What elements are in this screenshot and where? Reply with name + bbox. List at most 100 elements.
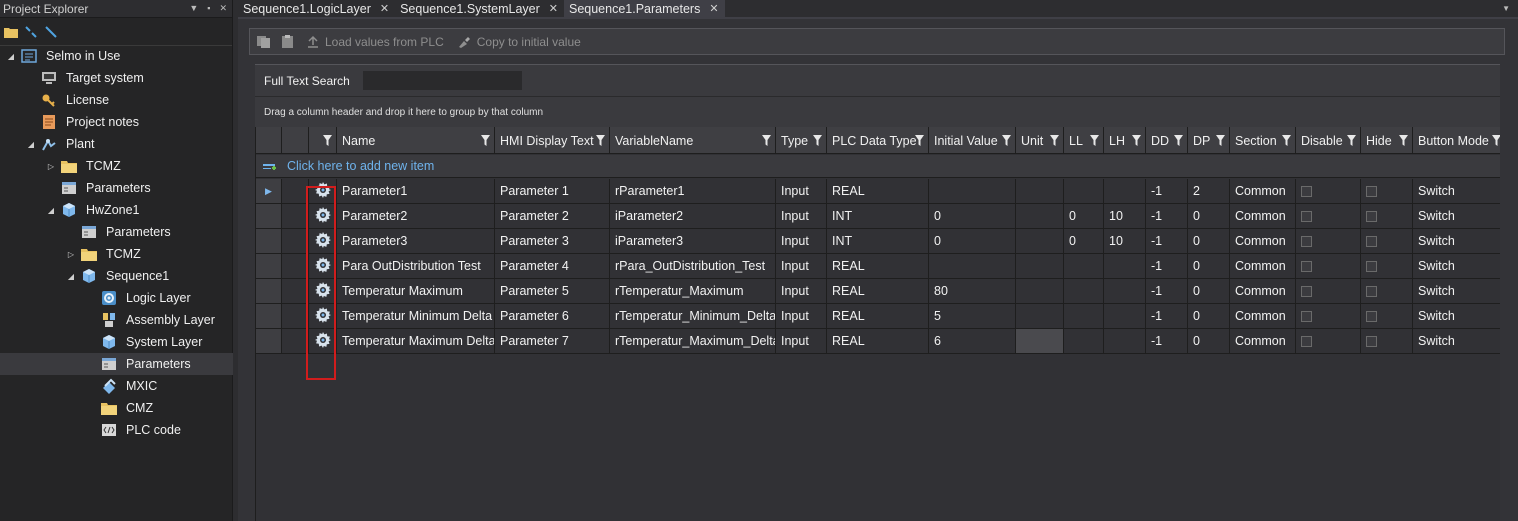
tree-node[interactable]: Assembly Layer [0,309,215,331]
collapse-arrow-icon[interactable]: ◢ [45,206,57,215]
section-cell[interactable]: Common [1230,304,1296,328]
filter-icon[interactable] [323,135,332,149]
col-header-hide[interactable]: Hide [1361,127,1413,154]
hmi-display-text-cell[interactable]: Parameter 5 [495,279,610,303]
type-cell[interactable]: Input [776,229,827,253]
filter-icon[interactable] [762,135,771,149]
button-mode-cell[interactable]: Switch [1413,304,1500,328]
hmi-display-text-cell[interactable]: Parameter 4 [495,254,610,278]
ll-cell[interactable] [1064,179,1104,203]
disable-checkbox-cell[interactable] [1296,279,1361,303]
tree-node[interactable]: ◢ Plant [0,133,95,155]
copy-icon[interactable] [254,35,274,49]
expand-arrow-icon[interactable]: ▷ [65,250,77,259]
dd-cell[interactable]: -1 [1146,179,1188,203]
hide-checkbox-cell[interactable] [1361,254,1413,278]
open-folder-icon[interactable] [4,25,18,39]
tree-node[interactable]: CMZ [0,397,153,419]
lh-cell[interactable]: 10 [1104,204,1146,228]
hmi-display-text-cell[interactable]: Parameter 1 [495,179,610,203]
type-cell[interactable]: Input [776,254,827,278]
row-indicator[interactable] [256,279,282,303]
filter-icon[interactable] [596,135,605,149]
variable-name-cell[interactable]: iParameter2 [610,204,776,228]
unit-cell[interactable] [1016,279,1064,303]
disable-checkbox[interactable] [1301,285,1312,297]
section-cell[interactable]: Common [1230,179,1296,203]
name-cell[interactable]: Parameter2 [337,204,495,228]
col-header-disable[interactable]: Disable [1296,127,1361,154]
close-tab-icon[interactable]: ✕ [549,2,558,15]
dp-cell[interactable]: 0 [1188,254,1230,278]
unit-cell[interactable] [1016,329,1064,353]
blank-cell[interactable] [282,229,309,253]
pin-icon[interactable]: ▪ [207,3,210,14]
ll-cell[interactable] [1064,304,1104,328]
disable-checkbox[interactable] [1301,210,1312,222]
close-panel-icon[interactable]: ✕ [219,3,227,14]
col-header-lh[interactable]: LH [1104,127,1146,154]
initial-value-cell[interactable]: 0 [929,229,1016,253]
plc-data-type-cell[interactable]: REAL [827,329,929,353]
disable-checkbox[interactable] [1301,335,1312,347]
col-header-type[interactable]: Type [776,127,827,154]
close-tab-icon[interactable]: ✕ [709,2,718,15]
plc-data-type-cell[interactable]: REAL [827,304,929,328]
hide-checkbox[interactable] [1366,335,1377,347]
hide-checkbox-cell[interactable] [1361,329,1413,353]
dp-cell[interactable]: 0 [1188,304,1230,328]
filter-icon[interactable] [1282,135,1291,149]
disable-checkbox[interactable] [1301,185,1312,197]
variable-name-cell[interactable]: rParameter1 [610,179,776,203]
tree-node[interactable]: Parameters [0,353,233,375]
disable-checkbox[interactable] [1301,235,1312,247]
lh-cell[interactable] [1104,254,1146,278]
dd-cell[interactable]: -1 [1146,204,1188,228]
dd-cell[interactable]: -1 [1146,304,1188,328]
dp-cell[interactable]: 0 [1188,204,1230,228]
blank-cell[interactable] [282,329,309,353]
plc-data-type-cell[interactable]: INT [827,204,929,228]
button-mode-cell[interactable]: Switch [1413,229,1500,253]
initial-value-cell[interactable]: 0 [929,204,1016,228]
button-mode-cell[interactable]: Switch [1413,254,1500,278]
filter-icon[interactable] [1174,135,1183,149]
hide-checkbox[interactable] [1366,185,1377,197]
hmi-display-text-cell[interactable]: Parameter 7 [495,329,610,353]
lh-cell[interactable] [1104,279,1146,303]
lh-cell[interactable] [1104,329,1146,353]
dp-cell[interactable]: 0 [1188,329,1230,353]
expand-all-icon[interactable] [44,25,58,39]
hide-checkbox-cell[interactable] [1361,179,1413,203]
col-header-dd[interactable]: DD [1146,127,1188,154]
disable-checkbox-cell[interactable] [1296,254,1361,278]
collapse-arrow-icon[interactable]: ◢ [25,140,37,149]
row-indicator[interactable] [256,204,282,228]
ll-cell[interactable] [1064,329,1104,353]
disable-checkbox[interactable] [1301,260,1312,272]
button-mode-cell[interactable]: Switch [1413,204,1500,228]
blank-cell[interactable] [282,204,309,228]
name-cell[interactable]: Temperatur Maximum [337,279,495,303]
tab-parameters[interactable]: Sequence1.Parameters ✕ [563,0,725,17]
disable-checkbox-cell[interactable] [1296,204,1361,228]
plc-data-type-cell[interactable]: REAL [827,279,929,303]
variable-name-cell[interactable]: rTemperatur_Maximum_Delta [610,329,776,353]
disable-checkbox-cell[interactable] [1296,329,1361,353]
filter-icon[interactable] [915,135,924,149]
filter-icon[interactable] [1347,135,1356,149]
tree-node[interactable]: Target system [0,67,144,89]
row-indicator[interactable] [256,329,282,353]
tree-node[interactable]: ◢ Selmo in Use [0,45,120,67]
initial-value-cell[interactable]: 6 [929,329,1016,353]
tree-node[interactable]: MXIC [0,375,157,397]
hide-checkbox[interactable] [1366,285,1377,297]
ll-cell[interactable]: 0 [1064,229,1104,253]
tree-node[interactable]: PLC code [0,419,181,441]
disable-checkbox-cell[interactable] [1296,179,1361,203]
dd-cell[interactable]: -1 [1146,229,1188,253]
tree-node[interactable]: Project notes [0,111,139,133]
initial-value-cell[interactable]: 80 [929,279,1016,303]
hide-checkbox[interactable] [1366,310,1377,322]
name-cell[interactable]: Temperatur Minimum Delta [337,304,495,328]
